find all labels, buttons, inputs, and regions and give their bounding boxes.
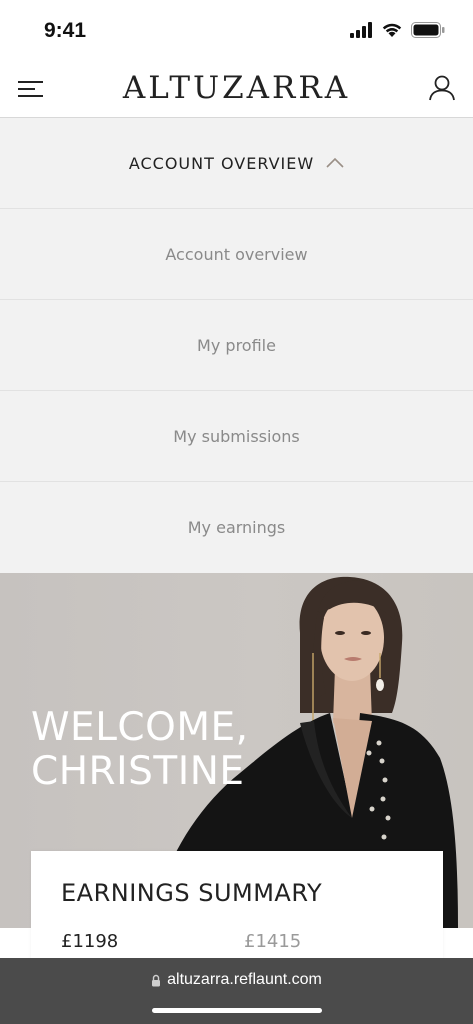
- earnings-value-primary: £1198: [61, 931, 119, 952]
- status-icons: [349, 22, 445, 38]
- url-content: altuzarra.reflaunt.com: [0, 971, 473, 989]
- battery-icon: [411, 22, 445, 38]
- menu-item-my-submissions[interactable]: My submissions: [0, 391, 473, 482]
- earnings-summary-card: EARNINGS SUMMARY £1198 £1415: [31, 851, 443, 971]
- welcome-line-1: WELCOME,: [31, 705, 249, 750]
- user-icon: [429, 75, 455, 101]
- earnings-value-secondary: £1415: [244, 931, 302, 952]
- earnings-summary-title: EARNINGS SUMMARY: [61, 879, 323, 907]
- account-menu-toggle[interactable]: ACCOUNT OVERVIEW: [0, 118, 473, 209]
- account-button[interactable]: [427, 73, 457, 103]
- welcome-line-2: CHRISTINE: [31, 749, 245, 794]
- account-menu-title: ACCOUNT OVERVIEW: [128, 153, 315, 173]
- menu-item-my-earnings[interactable]: My earnings: [0, 482, 473, 573]
- menu-item-my-profile[interactable]: My profile: [0, 300, 473, 391]
- chevron-up-icon: [326, 157, 344, 168]
- account-menu: ACCOUNT OVERVIEW Account overview My pro…: [0, 118, 473, 573]
- status-time: 9:41: [44, 19, 87, 42]
- url-text: altuzarra.reflaunt.com: [167, 971, 322, 988]
- cellular-signal-icon: [350, 22, 372, 38]
- site-header: ALTUZARRA: [0, 62, 473, 118]
- home-indicator[interactable]: [152, 1008, 322, 1013]
- browser-url-bar[interactable]: altuzarra.reflaunt.com: [0, 958, 473, 1024]
- welcome-heading: WELCOME, CHRISTINE: [31, 706, 249, 794]
- brand-logo[interactable]: ALTUZARRA: [0, 70, 473, 106]
- status-bar: 9:41: [0, 0, 473, 62]
- page: 9:41 ALTUZARRA ACCOUNT OVERVIEW Account …: [0, 0, 473, 1024]
- menu-item-account-overview[interactable]: Account overview: [0, 209, 473, 300]
- wifi-icon: [382, 23, 402, 37]
- lock-icon: [152, 974, 161, 986]
